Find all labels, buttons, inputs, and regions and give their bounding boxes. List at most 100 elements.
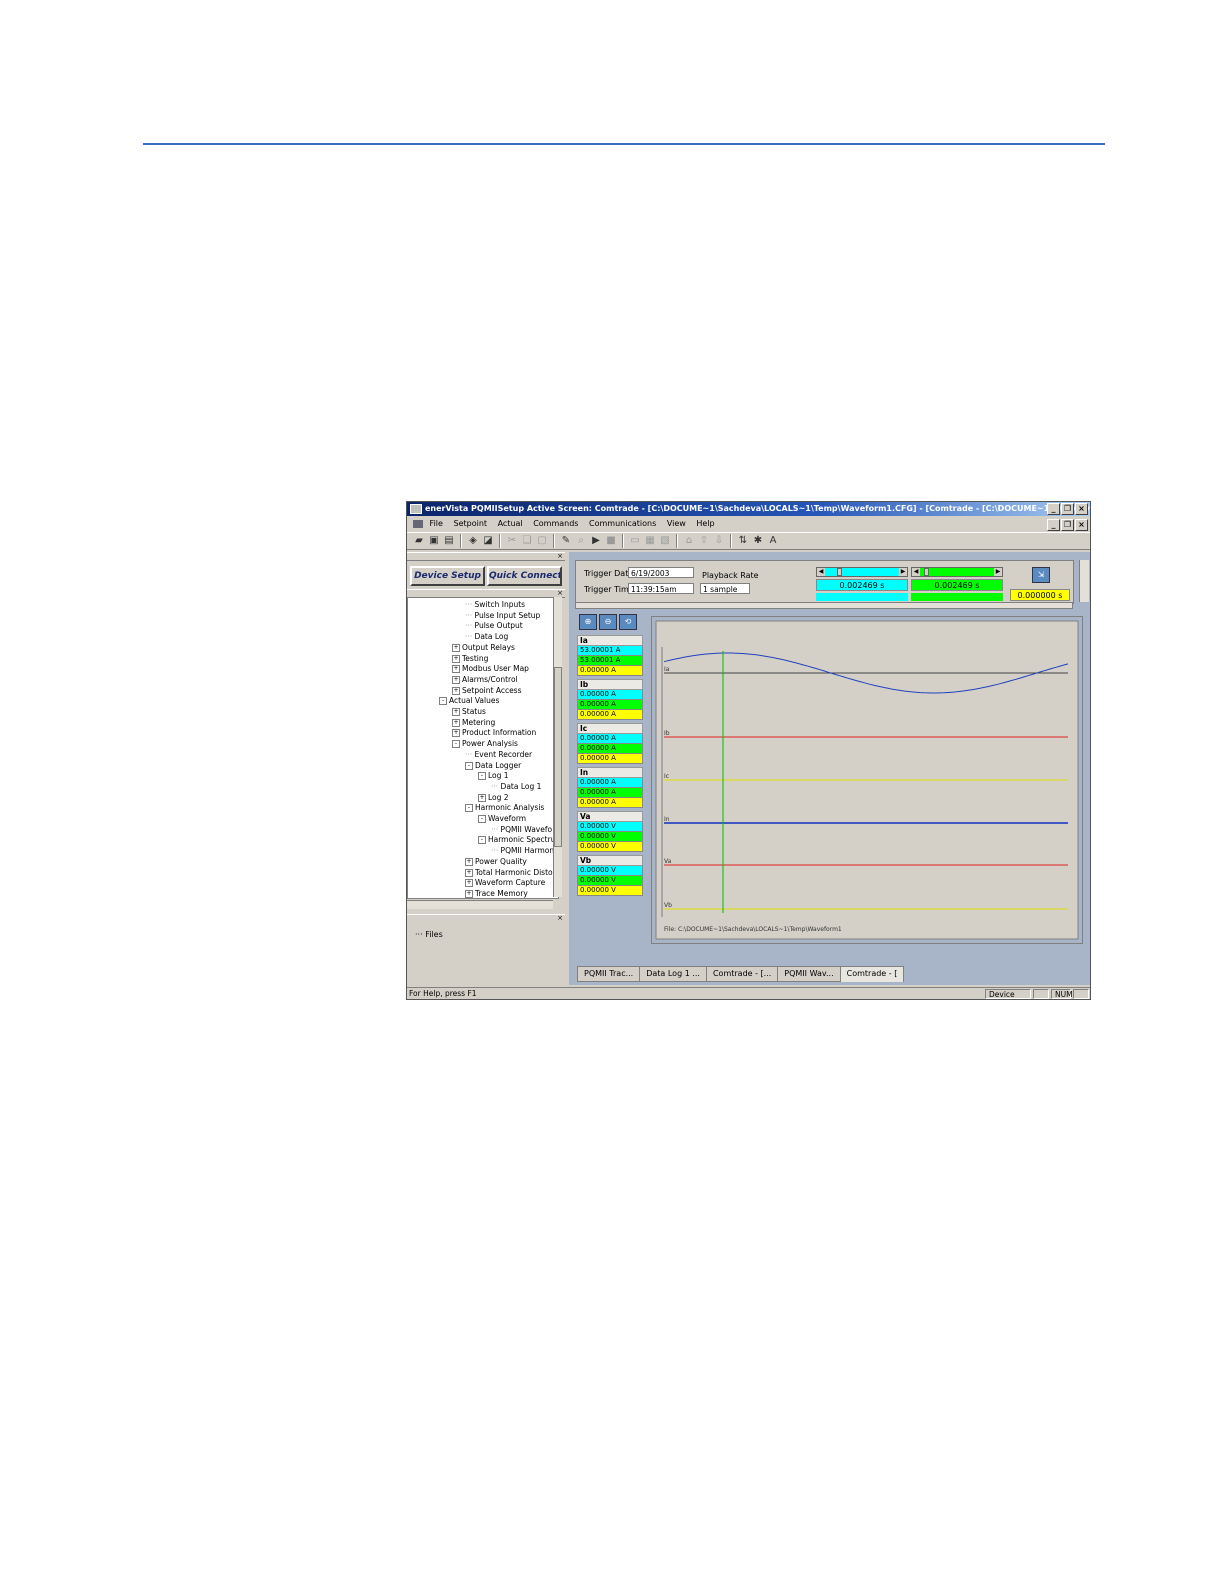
tree-item[interactable]: - Waveform: [478, 814, 526, 824]
upload-icon[interactable]: ◪: [482, 535, 494, 547]
zoom-icon[interactable]: ⌕: [575, 535, 587, 547]
tree-item[interactable]: ··· Data Log 1: [491, 782, 541, 792]
pane-grip[interactable]: ×: [407, 552, 565, 561]
collapse-icon[interactable]: -: [465, 761, 473, 770]
cut-icon[interactable]: ✂: [506, 535, 518, 547]
tree-item[interactable]: ··· PQMII Wavefo: [491, 825, 552, 835]
mdi-minimize-button[interactable]: _: [1047, 519, 1060, 531]
collapse-icon[interactable]: -: [465, 804, 473, 813]
channel-name[interactable]: Ib: [577, 679, 643, 690]
slider-right-arrow-icon[interactable]: ▶: [994, 568, 1002, 576]
tree-item[interactable]: - Harmonic Analysis: [465, 803, 544, 813]
scrollbar-thumb[interactable]: [554, 667, 562, 847]
pane-close-icon[interactable]: ×: [557, 589, 563, 597]
document-tab[interactable]: Data Log 1 ...: [639, 966, 707, 982]
window-icon[interactable]: ▭: [629, 535, 641, 547]
device-setup-button[interactable]: Device Setup: [410, 566, 485, 586]
tree-item[interactable]: - Data Logger: [465, 761, 521, 771]
pane-close-icon[interactable]: ×: [557, 552, 563, 560]
expand-icon[interactable]: +: [465, 857, 473, 866]
expand-icon[interactable]: +: [452, 718, 460, 727]
files-item[interactable]: ··· Files: [415, 930, 443, 939]
expand-icon[interactable]: +: [478, 793, 486, 802]
tree-item[interactable]: + Metering: [452, 718, 495, 728]
tree-item[interactable]: ··· Pulse Output: [465, 621, 523, 631]
collapse-icon[interactable]: -: [478, 772, 486, 781]
cursor2-slider[interactable]: ◀ ▶: [911, 567, 1003, 577]
menu-help[interactable]: Help: [696, 519, 714, 528]
save-icon[interactable]: ▣: [428, 535, 440, 547]
tree-item[interactable]: ··· PQMII Harmon: [491, 846, 554, 856]
document-icon[interactable]: [413, 519, 423, 528]
tree-item[interactable]: + Log 2: [478, 793, 509, 803]
play-icon[interactable]: ▶: [590, 535, 602, 547]
tree-horizontal-scrollbar[interactable]: [407, 900, 553, 909]
font-icon[interactable]: A: [767, 535, 779, 547]
tree-item[interactable]: + Testing: [452, 654, 488, 664]
paste-icon[interactable]: ▢: [536, 535, 548, 547]
home-icon[interactable]: ⌂: [683, 535, 695, 547]
tree-item[interactable]: + Status: [452, 707, 486, 717]
tree-item[interactable]: + Total Harmonic Distort: [465, 868, 558, 878]
cursor1-slider[interactable]: ◀ ▶: [816, 567, 908, 577]
open-icon[interactable]: ▰: [413, 535, 425, 547]
cascade-icon[interactable]: ▧: [659, 535, 671, 547]
tree-item[interactable]: ··· Event Recorder: [465, 750, 532, 760]
connect-icon[interactable]: ◈: [467, 535, 479, 547]
sort-icon[interactable]: ⇅: [737, 535, 749, 547]
down-arrow-icon[interactable]: ⇩: [713, 535, 725, 547]
expand-icon[interactable]: +: [452, 729, 460, 738]
channel-name[interactable]: Ia: [577, 635, 643, 646]
slider-left-arrow-icon[interactable]: ◀: [912, 568, 920, 576]
menu-setpoint[interactable]: Setpoint: [453, 519, 487, 528]
tree-item[interactable]: - Power Analysis: [452, 739, 518, 749]
stop-icon[interactable]: ■: [605, 535, 617, 547]
channel-name[interactable]: Vb: [577, 855, 643, 866]
tree-item[interactable]: + Trace Memory: [465, 889, 528, 898]
menu-communications[interactable]: Communications: [589, 519, 656, 528]
tree-item[interactable]: + Alarms/Control: [452, 675, 518, 685]
document-tab[interactable]: PQMII Trac...: [577, 966, 641, 982]
slider-right-arrow-icon[interactable]: ▶: [899, 568, 907, 576]
collapse-icon[interactable]: -: [478, 815, 486, 823]
channel-name[interactable]: Ic: [577, 723, 643, 734]
sync-cursors-icon[interactable]: ⇲: [1032, 567, 1050, 583]
horizontal-scrollbar[interactable]: [575, 602, 1073, 609]
collapse-icon[interactable]: -: [439, 697, 447, 706]
expand-icon[interactable]: +: [452, 665, 460, 674]
waveform-plot[interactable]: Ia Ib Ic In Va Vb File: C:\DOCUME~1\Sachdeva\L…: [651, 616, 1083, 944]
print-icon[interactable]: ▤: [443, 535, 455, 547]
tree-vertical-scrollbar[interactable]: [553, 597, 562, 897]
tree-item[interactable]: + Waveform Capture: [465, 878, 545, 888]
channel-name[interactable]: In: [577, 767, 643, 778]
mdi-close-button[interactable]: ×: [1075, 519, 1088, 531]
expand-icon[interactable]: +: [452, 675, 460, 684]
expand-icon[interactable]: +: [465, 889, 473, 898]
expand-icon[interactable]: +: [452, 643, 460, 652]
tree-item[interactable]: - Harmonic Spectrur: [478, 835, 558, 845]
tree-item[interactable]: ··· Switch Inputs: [465, 600, 525, 610]
vertical-scrollbar[interactable]: [1079, 560, 1089, 602]
tree-item[interactable]: + Power Quality: [465, 857, 527, 867]
edit-icon[interactable]: ✎: [560, 535, 572, 547]
tree-item[interactable]: + Product Information: [452, 728, 536, 738]
cursor2-thumb[interactable]: [924, 568, 929, 576]
expand-icon[interactable]: +: [452, 686, 460, 695]
reset-view-icon[interactable]: ⟲: [619, 614, 637, 630]
expand-icon[interactable]: +: [452, 708, 460, 716]
tile-icon[interactable]: ▦: [644, 535, 656, 547]
collapse-icon[interactable]: -: [452, 740, 460, 749]
tree-item[interactable]: - Log 1: [478, 771, 509, 781]
tree-item[interactable]: + Modbus User Map: [452, 664, 529, 674]
menu-actual[interactable]: Actual: [498, 519, 523, 528]
tree-item[interactable]: - Actual Values: [439, 696, 499, 706]
asterisk-icon[interactable]: ✱: [752, 535, 764, 547]
tree-item[interactable]: + Output Relays: [452, 643, 515, 653]
zoom-out-icon[interactable]: ⊖: [599, 614, 617, 630]
copy-icon[interactable]: ❏: [521, 535, 533, 547]
zoom-in-icon[interactable]: ⊕: [579, 614, 597, 630]
quick-connect-button[interactable]: Quick Connect: [487, 566, 562, 586]
up-arrow-icon[interactable]: ⇧: [698, 535, 710, 547]
document-tab[interactable]: Comtrade - [: [839, 966, 905, 982]
playback-rate-spinner[interactable]: 1 sample: [700, 583, 750, 594]
